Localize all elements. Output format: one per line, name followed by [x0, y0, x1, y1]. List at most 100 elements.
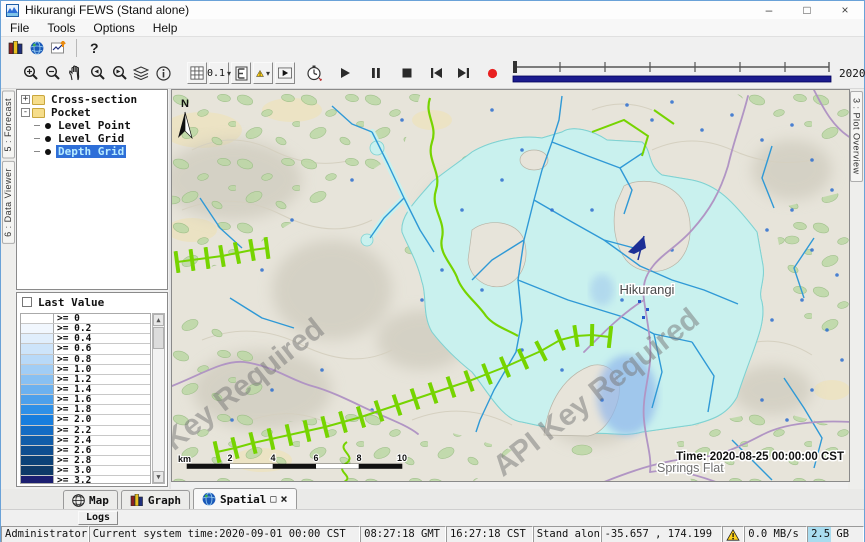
skip-to-start-button[interactable] [426, 62, 446, 84]
legend-entry-label: >= 1.2 [54, 375, 91, 384]
record-button[interactable] [482, 62, 502, 84]
tree-item-label: Pocket [49, 106, 93, 119]
legend-list: >= 0 >= 0.2 >= 0.4 [20, 313, 151, 484]
side-tab[interactable]: 6 : Data Viewer [2, 161, 15, 244]
scale-unit-label: km [178, 454, 191, 464]
maximize-button[interactable]: □ [788, 1, 826, 19]
minimize-button[interactable]: – [750, 1, 788, 19]
close-button[interactable]: × [826, 1, 864, 19]
tree-item[interactable]: Level Point [17, 119, 167, 132]
zoom-previous-icon[interactable] [87, 62, 107, 84]
legend-scrollbar[interactable]: ▲ ▼ [152, 313, 165, 484]
side-tab[interactable]: 5 : Forecast [2, 91, 15, 159]
map-canvas[interactable]: API Key Required API Key Required Hikura… [172, 90, 850, 482]
zoom-next-icon[interactable] [109, 62, 129, 84]
main-area: 5 : Forecast 6 : Data Viewer + Cross-sect… [1, 89, 864, 489]
tab-spatial[interactable]: Spatial □ × [193, 488, 297, 509]
grid-display-button[interactable] [187, 62, 207, 84]
timeseries-display-icon[interactable] [49, 37, 69, 59]
legend-color-swatch [21, 415, 54, 424]
bar-chart-icon [130, 494, 144, 506]
tree-item[interactable]: + Cross-section [17, 93, 167, 106]
time-slider[interactable] [511, 59, 833, 87]
warning-threshold-dropdown[interactable]: ▾ [253, 62, 273, 84]
zoom-out-icon[interactable] [43, 62, 63, 84]
legend-entry-label: >= 1.0 [54, 365, 91, 374]
tree-node-icon [45, 123, 51, 129]
tree-node-icon [45, 149, 51, 155]
scroll-down-icon[interactable]: ▼ [153, 471, 164, 483]
tree-item-label: Level Grid [56, 132, 126, 145]
legend-entry-label: >= 2.2 [54, 426, 91, 435]
legend-entry-label: >= 0 [54, 314, 80, 323]
map-time-label: Time: 2020-08-25 00:00:00 CST [676, 451, 844, 463]
map-viewport[interactable]: API Key Required API Key Required Hikura… [171, 89, 850, 482]
left-panel: + Cross-section - Pocket [15, 89, 169, 489]
status-memory: 2.5 GB [807, 526, 864, 542]
skip-to-end-button[interactable] [453, 62, 473, 84]
database-display-icon[interactable] [5, 37, 25, 59]
side-tab[interactable]: 3 : Plot Overview [850, 91, 863, 182]
tab-restore-icon[interactable]: □ [270, 494, 276, 505]
svg-text:2: 2 [227, 453, 232, 463]
legend-entry-label: >= 3.0 [54, 466, 91, 475]
place-label: Springs Flat [657, 461, 724, 475]
help-button[interactable]: ? [84, 37, 105, 59]
legend-color-swatch [21, 375, 54, 384]
last-value-checkbox[interactable] [22, 297, 32, 307]
logs-button[interactable]: Logs [78, 511, 118, 525]
tree-item[interactable]: Level Grid [17, 132, 167, 145]
svg-text:6: 6 [313, 453, 318, 463]
legend-color-swatch [21, 344, 54, 353]
svg-text:10: 10 [397, 453, 407, 463]
tab-graph[interactable]: Graph [121, 490, 190, 509]
tree-item[interactable]: - Pocket [17, 106, 167, 119]
layers-icon[interactable] [131, 62, 151, 84]
status-warning-cell[interactable] [722, 526, 744, 542]
info-icon[interactable] [153, 62, 173, 84]
legend-color-swatch [21, 426, 54, 435]
left-tab-strip: 5 : Forecast 6 : Data Viewer [1, 89, 15, 489]
legend-color-swatch [21, 355, 54, 364]
svg-text:N: N [181, 98, 189, 110]
legend-entry-label: >= 1.8 [54, 405, 91, 414]
tree-item-label: Level Point [56, 119, 133, 132]
menu-item[interactable]: Options [84, 21, 143, 35]
menu-item[interactable]: File [1, 21, 38, 35]
menu-item[interactable]: Help [144, 21, 187, 35]
toolbar-separator [76, 39, 77, 57]
animation-button[interactable] [275, 62, 295, 84]
legend-entry-label: >= 0.8 [54, 355, 91, 364]
legend-color-swatch [21, 324, 54, 333]
legend-entry-label: >= 1.4 [54, 385, 91, 394]
legend-entry-label: >= 0.2 [54, 324, 91, 333]
tree-expander[interactable]: - [21, 108, 30, 117]
pause-button[interactable] [366, 62, 386, 84]
tab-close-icon[interactable]: × [280, 492, 287, 506]
status-system-time: Current system time:2020-09-01 00:00 CST [89, 526, 360, 542]
timer-icon[interactable] [304, 62, 324, 84]
scrollbar-thumb[interactable] [153, 327, 164, 349]
globe-wire-icon [72, 494, 85, 507]
menu-item[interactable]: Tools [38, 21, 84, 35]
svg-text:8: 8 [356, 453, 361, 463]
pan-icon[interactable] [65, 62, 85, 84]
legend-color-swatch [21, 395, 54, 404]
scroll-up-icon[interactable]: ▲ [153, 314, 164, 326]
tree-expander[interactable]: + [21, 95, 30, 104]
play-button[interactable] [335, 62, 355, 84]
chevron-down-icon: ▾ [266, 69, 270, 78]
classification-dropdown[interactable]: 0.1 ▾ [209, 62, 229, 84]
status-coordinates: -35.657 , 174.199 [601, 526, 723, 542]
profile-button[interactable] [231, 62, 251, 84]
status-gmt-time: 08:27:18 GMT [360, 526, 446, 542]
tree-item[interactable]: Depth Grid [17, 145, 167, 158]
stop-button[interactable] [397, 62, 417, 84]
legend-entry[interactable]: >= 3.2 [21, 476, 150, 484]
legend-entry-label: >= 0.4 [54, 334, 91, 343]
map-display-icon[interactable] [27, 37, 47, 59]
tab-map[interactable]: Map [63, 490, 118, 509]
app-window: Hikurangi FEWS (Stand alone) – □ × FileT… [0, 0, 865, 542]
globe-blue-icon [202, 492, 216, 506]
zoom-in-icon[interactable] [21, 62, 41, 84]
